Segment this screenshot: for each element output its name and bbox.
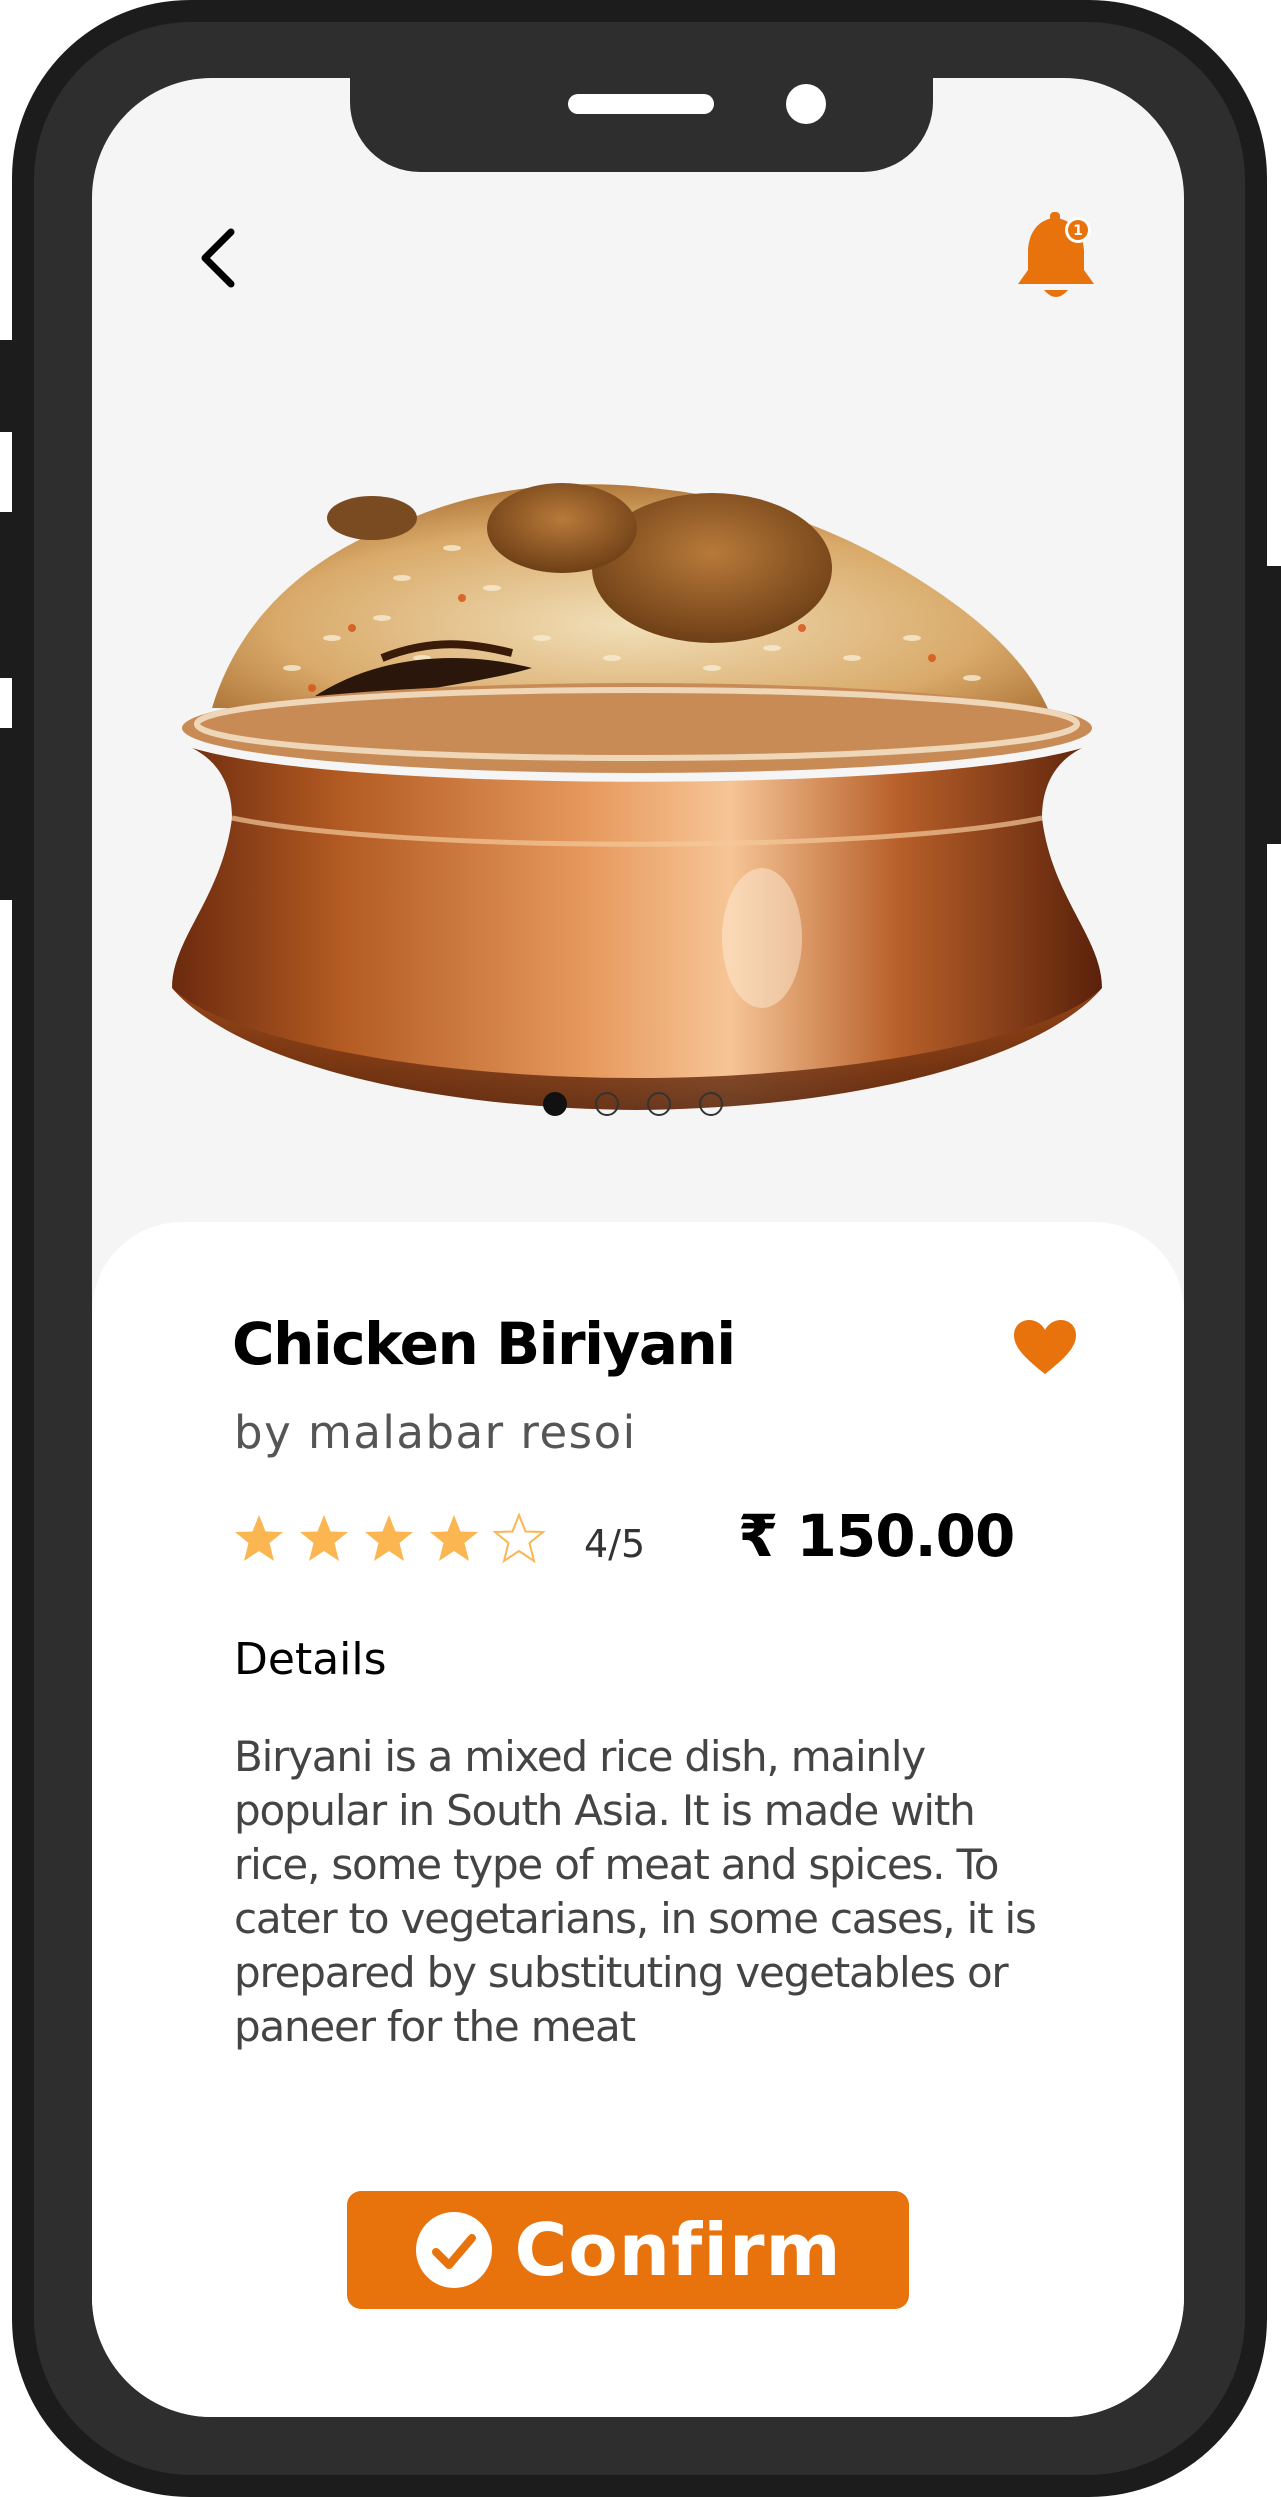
dish-image: [172, 483, 1102, 1110]
phone-notch: [350, 78, 933, 172]
carousel-dot-3[interactable]: [647, 1092, 671, 1116]
favorite-button[interactable]: [1012, 1318, 1078, 1378]
check-circle-icon: [416, 2212, 493, 2288]
dish-description: Biryani is a mixed rice dish, mainly pop…: [234, 1732, 1037, 2051]
star-empty-icon[interactable]: [492, 1512, 546, 1566]
back-button[interactable]: [187, 218, 257, 298]
rating-value: 4/5: [584, 1522, 646, 1566]
front-camera: [786, 84, 826, 124]
side-button-power: [1267, 566, 1281, 844]
carousel-dots: [92, 1092, 1184, 1116]
carousel-dot-1[interactable]: [543, 1092, 567, 1116]
star-filled-icon[interactable]: [297, 1512, 351, 1566]
star-filled-icon[interactable]: [427, 1512, 481, 1566]
side-button-volume-up: [0, 512, 14, 678]
speaker-grille: [568, 94, 714, 114]
carousel-dot-4[interactable]: [699, 1092, 723, 1116]
chevron-left-icon: [201, 228, 235, 288]
side-button-mute: [0, 340, 14, 432]
carousel-dot-2[interactable]: [595, 1092, 619, 1116]
heart-icon: [1014, 1320, 1076, 1374]
rating-stars: [232, 1512, 546, 1566]
dish-title: Chicken Biriyani: [232, 1310, 736, 1378]
star-filled-icon[interactable]: [362, 1512, 416, 1566]
confirm-label: Confirm: [514, 2208, 842, 2292]
side-button-volume-down: [0, 728, 14, 900]
bell-icon: 1: [1018, 212, 1094, 297]
notification-count: 1: [1073, 223, 1083, 239]
star-filled-icon[interactable]: [232, 1512, 286, 1566]
confirm-button[interactable]: Confirm: [347, 2191, 909, 2309]
price: ₹ 150.00: [738, 1502, 1015, 1570]
app-screen: 1 Chicken Biriyani by malabar resoi 4/5 …: [92, 78, 1184, 2417]
vendor-name: by malabar resoi: [234, 1406, 637, 1459]
notification-button[interactable]: 1: [1012, 208, 1102, 304]
details-heading: Details: [234, 1634, 387, 1685]
